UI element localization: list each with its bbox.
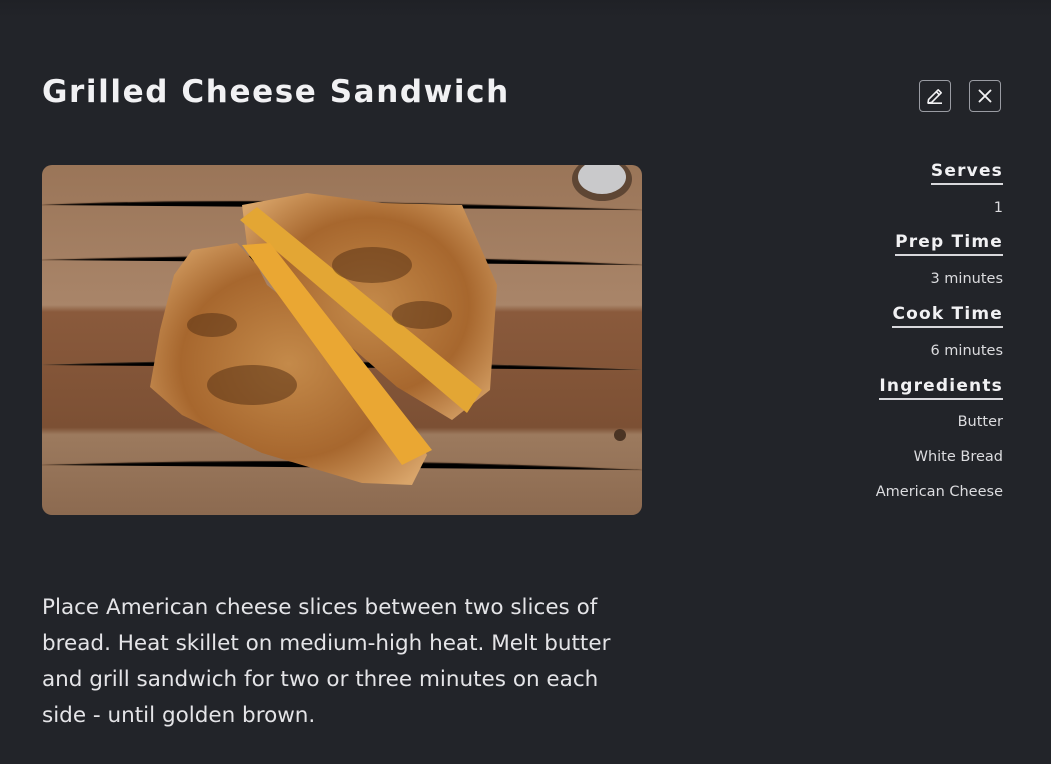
recipe-photo [42, 165, 642, 515]
recipe-directions: Place American cheese slices between two… [42, 595, 611, 728]
edit-button[interactable] [919, 80, 951, 112]
ingredient-item: American Cheese [875, 484, 1003, 500]
ingredients-list: Butter White Bread American Cheese [876, 412, 1003, 517]
recipe-detail-page: Grilled Cheese Sandwich Serves 1 Prep Ti… [0, 0, 1051, 764]
cook-time-heading: Cook Time [892, 303, 1003, 328]
ingredient-item: Butter [957, 414, 1003, 430]
ingredient-item: White Bread [913, 449, 1003, 465]
recipe-title: Grilled Cheese Sandwich [42, 74, 510, 110]
pencil-icon [925, 86, 945, 106]
cook-time-value: 6 minutes [930, 343, 1003, 359]
close-icon [977, 88, 993, 104]
prep-time-value: 3 minutes [930, 271, 1003, 287]
prep-time-heading: Prep Time [895, 231, 1003, 256]
serves-heading: Serves [930, 160, 1003, 185]
close-button[interactable] [969, 80, 1001, 112]
serves-value: 1 [993, 200, 1003, 216]
ingredients-heading: Ingredients [879, 375, 1003, 400]
